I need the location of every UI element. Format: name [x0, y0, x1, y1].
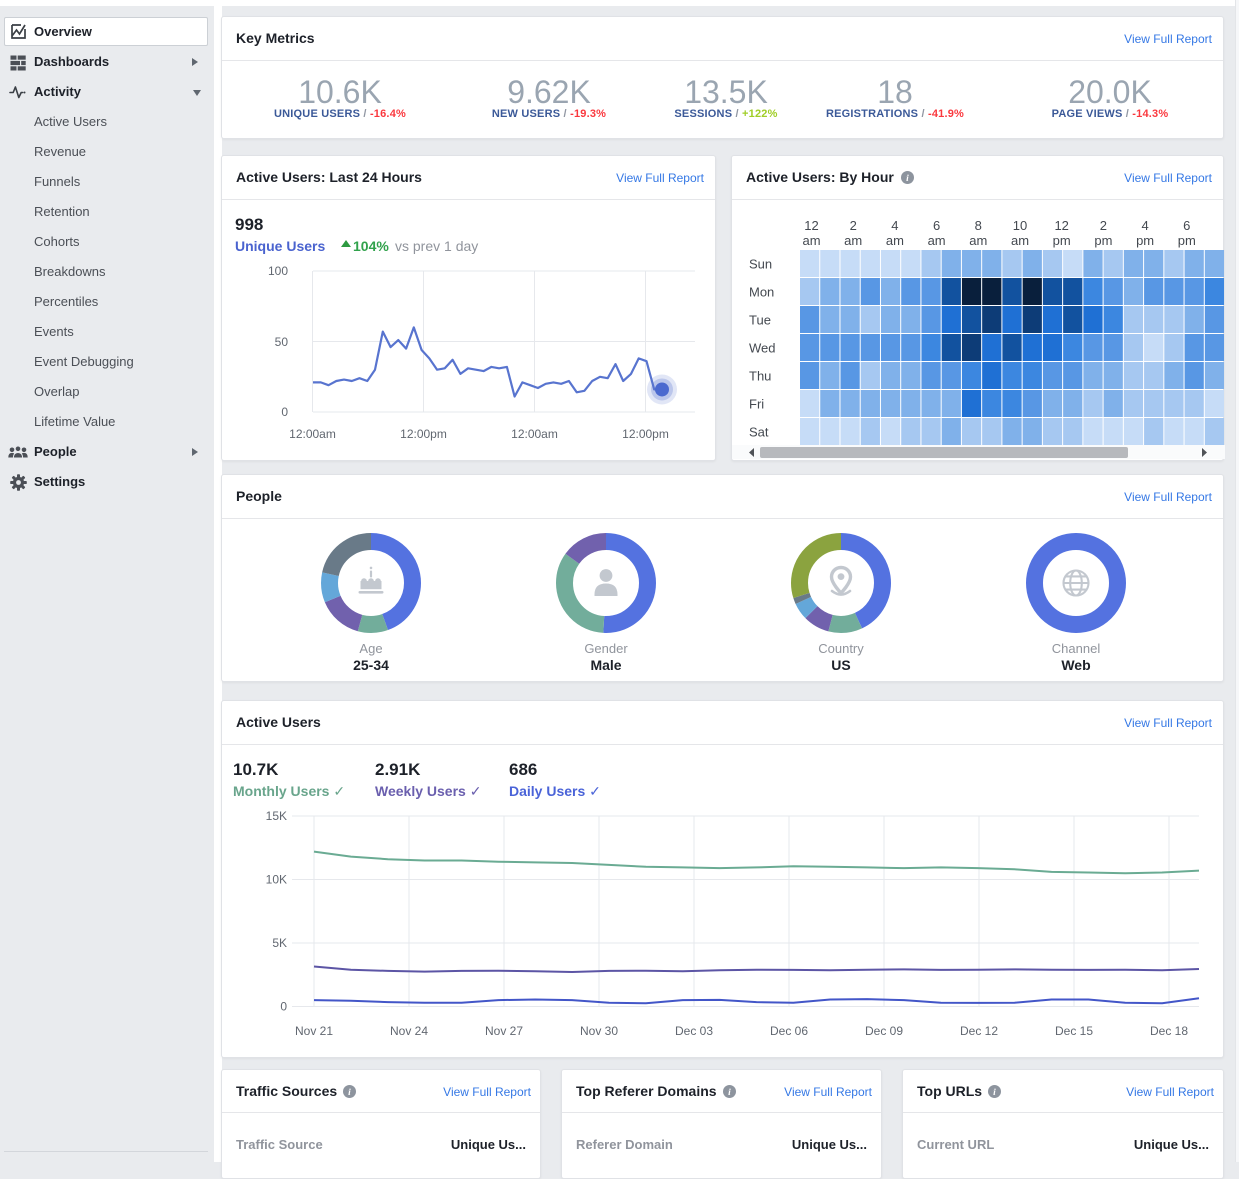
svg-text:15K: 15K [266, 809, 287, 823]
svg-text:i: i [348, 1087, 351, 1097]
svg-text:6: 6 [933, 218, 940, 233]
svg-text:Wed: Wed [749, 341, 776, 356]
svg-text:Nov 30: Nov 30 [580, 1024, 618, 1038]
svg-text:12:00am: 12:00am [289, 427, 336, 441]
svg-text:10: 10 [1013, 218, 1027, 233]
svg-text:i: i [728, 1087, 731, 1097]
svg-text:4: 4 [1141, 218, 1148, 233]
svg-text:am: am [1011, 233, 1029, 248]
svg-text:am: am [928, 233, 946, 248]
svg-text:Mon: Mon [749, 285, 774, 300]
svg-text:Thu: Thu [749, 369, 771, 384]
svg-text:100: 100 [268, 264, 288, 278]
svg-text:12: 12 [1054, 218, 1068, 233]
svg-text:12:00pm: 12:00pm [400, 427, 447, 441]
svg-text:Dec 15: Dec 15 [1055, 1024, 1093, 1038]
svg-text:0: 0 [280, 1000, 287, 1014]
svg-text:Sun: Sun [749, 257, 772, 272]
svg-text:pm: pm [1136, 233, 1154, 248]
svg-text:Dec 03: Dec 03 [675, 1024, 713, 1038]
svg-text:Tue: Tue [749, 313, 771, 328]
svg-text:12: 12 [804, 218, 818, 233]
svg-text:12:00pm: 12:00pm [622, 427, 669, 441]
svg-text:Dec 09: Dec 09 [865, 1024, 903, 1038]
svg-text:6: 6 [1183, 218, 1190, 233]
svg-text:Nov 27: Nov 27 [485, 1024, 523, 1038]
svg-text:am: am [844, 233, 862, 248]
svg-text:12:00am: 12:00am [511, 427, 558, 441]
svg-text:Nov 21: Nov 21 [295, 1024, 333, 1038]
svg-text:Dec 18: Dec 18 [1150, 1024, 1188, 1038]
svg-text:50: 50 [275, 335, 289, 349]
svg-text:am: am [886, 233, 904, 248]
svg-text:am: am [802, 233, 820, 248]
svg-text:am: am [969, 233, 987, 248]
svg-text:pm: pm [1094, 233, 1112, 248]
svg-text:5K: 5K [272, 936, 287, 950]
svg-text:i: i [993, 1087, 996, 1097]
svg-text:0: 0 [281, 405, 288, 419]
svg-text:pm: pm [1053, 233, 1071, 248]
svg-text:Fri: Fri [749, 397, 764, 412]
svg-text:4: 4 [891, 218, 898, 233]
svg-text:pm: pm [1178, 233, 1196, 248]
svg-text:Sat: Sat [749, 425, 769, 440]
svg-text:Nov 24: Nov 24 [390, 1024, 428, 1038]
svg-text:8: 8 [975, 218, 982, 233]
svg-text:2: 2 [850, 218, 857, 233]
svg-text:Dec 06: Dec 06 [770, 1024, 808, 1038]
svg-text:2: 2 [1100, 218, 1107, 233]
svg-text:Dec 12: Dec 12 [960, 1024, 998, 1038]
svg-text:10K: 10K [266, 873, 287, 887]
